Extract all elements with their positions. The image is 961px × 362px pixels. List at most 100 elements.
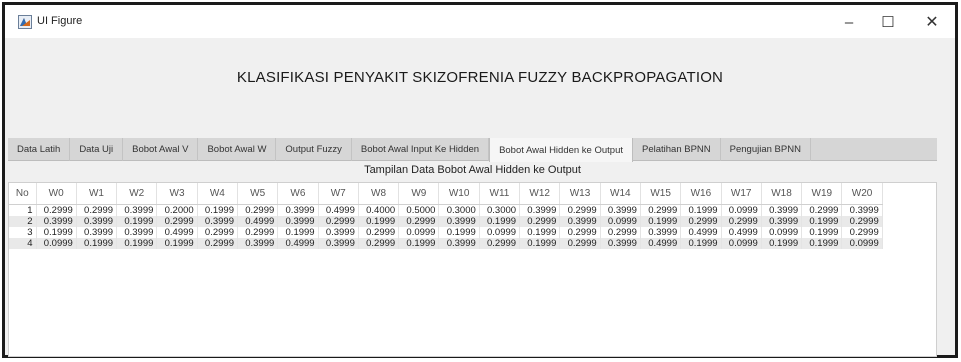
weight-cell[interactable]: 0.1999 (358, 215, 400, 227)
weight-cell[interactable]: 0.2999 (358, 237, 400, 249)
weight-cell[interactable]: 0.3999 (277, 215, 319, 227)
row-number-cell[interactable]: 4 (9, 237, 37, 249)
weight-cell[interactable]: 0.2999 (479, 237, 521, 249)
column-header-w18[interactable]: W18 (761, 183, 803, 205)
weight-cell[interactable]: 0.0999 (36, 237, 77, 249)
column-header-w9[interactable]: W9 (398, 183, 440, 205)
weight-cell[interactable]: 0.2000 (156, 204, 198, 216)
weight-cell[interactable]: 0.3999 (519, 204, 561, 216)
weight-cell[interactable]: 0.3999 (76, 215, 118, 227)
row-number-cell[interactable]: 2 (9, 215, 37, 227)
weight-cell[interactable]: 0.2999 (398, 215, 440, 227)
data-table-panel[interactable]: No W0 W1 W2 W3 W4 W5 W6 W7 W8 W9 W10 W11 W12 W13 W14 W15… (8, 182, 937, 357)
weight-cell[interactable]: 0.1999 (277, 226, 319, 238)
maximize-button[interactable]: ☐ (873, 10, 903, 34)
column-header-w8[interactable]: W8 (358, 183, 400, 205)
weight-cell[interactable]: 0.3999 (438, 237, 480, 249)
column-header-no[interactable]: No (9, 183, 37, 205)
table-row[interactable]: 4 0.0999 0.1999 0.1999 0.1999 0.2999 0.3999 0.4… (9, 237, 883, 249)
weight-cell[interactable]: 0.2999 (841, 226, 883, 238)
tab-bobot-awal-hidden-ke-output[interactable]: Bobot Awal Hidden ke Output (489, 138, 633, 162)
column-header-w2[interactable]: W2 (116, 183, 158, 205)
weight-cell[interactable]: 0.2999 (237, 204, 279, 216)
weight-cell[interactable]: 0.2999 (237, 226, 279, 238)
weight-cell[interactable]: 0.0999 (398, 226, 440, 238)
weight-cell[interactable]: 0.3000 (479, 204, 521, 216)
weight-cell[interactable]: 0.1999 (116, 237, 158, 249)
weight-cell[interactable]: 0.1999 (801, 237, 843, 249)
row-number-cell[interactable]: 1 (9, 204, 37, 216)
weight-cell[interactable]: 0.1999 (519, 237, 561, 249)
weight-cell[interactable]: 0.1999 (116, 215, 158, 227)
weight-cell[interactable]: 0.2999 (156, 215, 198, 227)
weight-cell[interactable]: 0.1999 (761, 237, 803, 249)
weight-cell[interactable]: 0.2999 (318, 215, 359, 227)
weight-cell[interactable]: 0.2999 (721, 215, 762, 227)
table-row[interactable]: 1 0.2999 0.2999 0.3999 0.2000 0.1999 0.2999 0.3… (9, 204, 883, 216)
tab-data-uji[interactable]: Data Uji (70, 138, 124, 161)
weight-cell[interactable]: 0.4999 (721, 226, 762, 238)
weight-cell[interactable]: 0.2999 (801, 204, 843, 216)
tab-bobot-awal-input-ke-hidden[interactable]: Bobot Awal Input Ke Hidden (352, 138, 490, 161)
tab-output-fuzzy[interactable]: Output Fuzzy (276, 138, 352, 161)
weight-cell[interactable]: 0.2999 (76, 204, 118, 216)
weight-cell[interactable]: 0.2999 (519, 215, 561, 227)
weight-cell[interactable]: 0.3999 (841, 204, 883, 216)
weight-cell[interactable]: 0.0999 (721, 204, 762, 216)
weight-cell[interactable]: 0.2999 (559, 226, 601, 238)
weight-cell[interactable]: 0.1999 (197, 204, 238, 216)
weight-cell[interactable]: 0.3999 (438, 215, 480, 227)
weight-cell[interactable]: 0.3999 (116, 226, 158, 238)
weight-cell[interactable]: 0.2999 (36, 204, 77, 216)
weight-cell[interactable]: 0.0999 (479, 226, 521, 238)
column-header-w15[interactable]: W15 (640, 183, 682, 205)
weight-cell[interactable]: 0.2999 (197, 237, 238, 249)
weight-cell[interactable]: 0.3999 (600, 204, 641, 216)
column-header-w1[interactable]: W1 (76, 183, 118, 205)
weight-cell[interactable]: 0.2999 (680, 215, 722, 227)
weight-cell[interactable]: 0.5000 (398, 204, 440, 216)
weight-cell[interactable]: 0.2999 (640, 204, 682, 216)
tab-pelatihan-bpnn[interactable]: Pelatihan BPNN (633, 138, 721, 161)
weight-cell[interactable]: 0.2999 (358, 226, 400, 238)
weight-cell[interactable]: 0.1999 (680, 237, 722, 249)
weight-cell[interactable]: 0.3999 (237, 237, 279, 249)
weight-cell[interactable]: 0.1999 (398, 237, 440, 249)
weight-cell[interactable]: 0.1999 (156, 237, 198, 249)
weights-table[interactable]: No W0 W1 W2 W3 W4 W5 W6 W7 W8 W9 W10 W11 W12 W13 W14 W15… (9, 183, 883, 249)
weight-cell[interactable]: 0.3999 (197, 215, 238, 227)
weight-cell[interactable]: 0.3999 (318, 237, 359, 249)
weight-cell[interactable]: 0.1999 (680, 204, 722, 216)
weight-cell[interactable]: 0.0999 (761, 226, 803, 238)
weight-cell[interactable]: 0.1999 (438, 226, 480, 238)
tab-bobot-awal-v[interactable]: Bobot Awal V (123, 138, 199, 161)
weight-cell[interactable]: 0.4000 (358, 204, 400, 216)
column-header-w6[interactable]: W6 (277, 183, 319, 205)
weight-cell[interactable]: 0.1999 (640, 215, 682, 227)
weight-cell[interactable]: 0.1999 (801, 215, 843, 227)
column-header-w5[interactable]: W5 (237, 183, 279, 205)
column-header-w17[interactable]: W17 (721, 183, 762, 205)
column-header-w20[interactable]: W20 (841, 183, 883, 205)
weight-cell[interactable]: 0.3999 (76, 226, 118, 238)
column-header-w16[interactable]: W16 (680, 183, 722, 205)
weight-cell[interactable]: 0.3999 (559, 215, 601, 227)
weight-cell[interactable]: 0.1999 (479, 215, 521, 227)
column-header-w4[interactable]: W4 (197, 183, 238, 205)
tab-data-latih[interactable]: Data Latih (8, 138, 71, 161)
weight-cell[interactable]: 0.4999 (640, 237, 682, 249)
weight-cell[interactable]: 0.2999 (559, 204, 601, 216)
title-bar[interactable]: UI Figure – ☐ ✕ (5, 5, 955, 38)
table-row[interactable]: 2 0.3999 0.3999 0.1999 0.2999 0.3999 0.4999 0.3… (9, 215, 883, 227)
weight-cell[interactable]: 0.4999 (680, 226, 722, 238)
column-header-w11[interactable]: W11 (479, 183, 521, 205)
weight-cell[interactable]: 0.4999 (277, 237, 319, 249)
weight-cell[interactable]: 0.0999 (721, 237, 762, 249)
weight-cell[interactable]: 0.3999 (761, 215, 803, 227)
weight-cell[interactable]: 0.3999 (761, 204, 803, 216)
weight-cell[interactable]: 0.3999 (36, 215, 77, 227)
weight-cell[interactable]: 0.2999 (559, 237, 601, 249)
weight-cell[interactable]: 0.3000 (438, 204, 480, 216)
weight-cell[interactable]: 0.3999 (116, 204, 158, 216)
weight-cell[interactable]: 0.2999 (600, 226, 641, 238)
